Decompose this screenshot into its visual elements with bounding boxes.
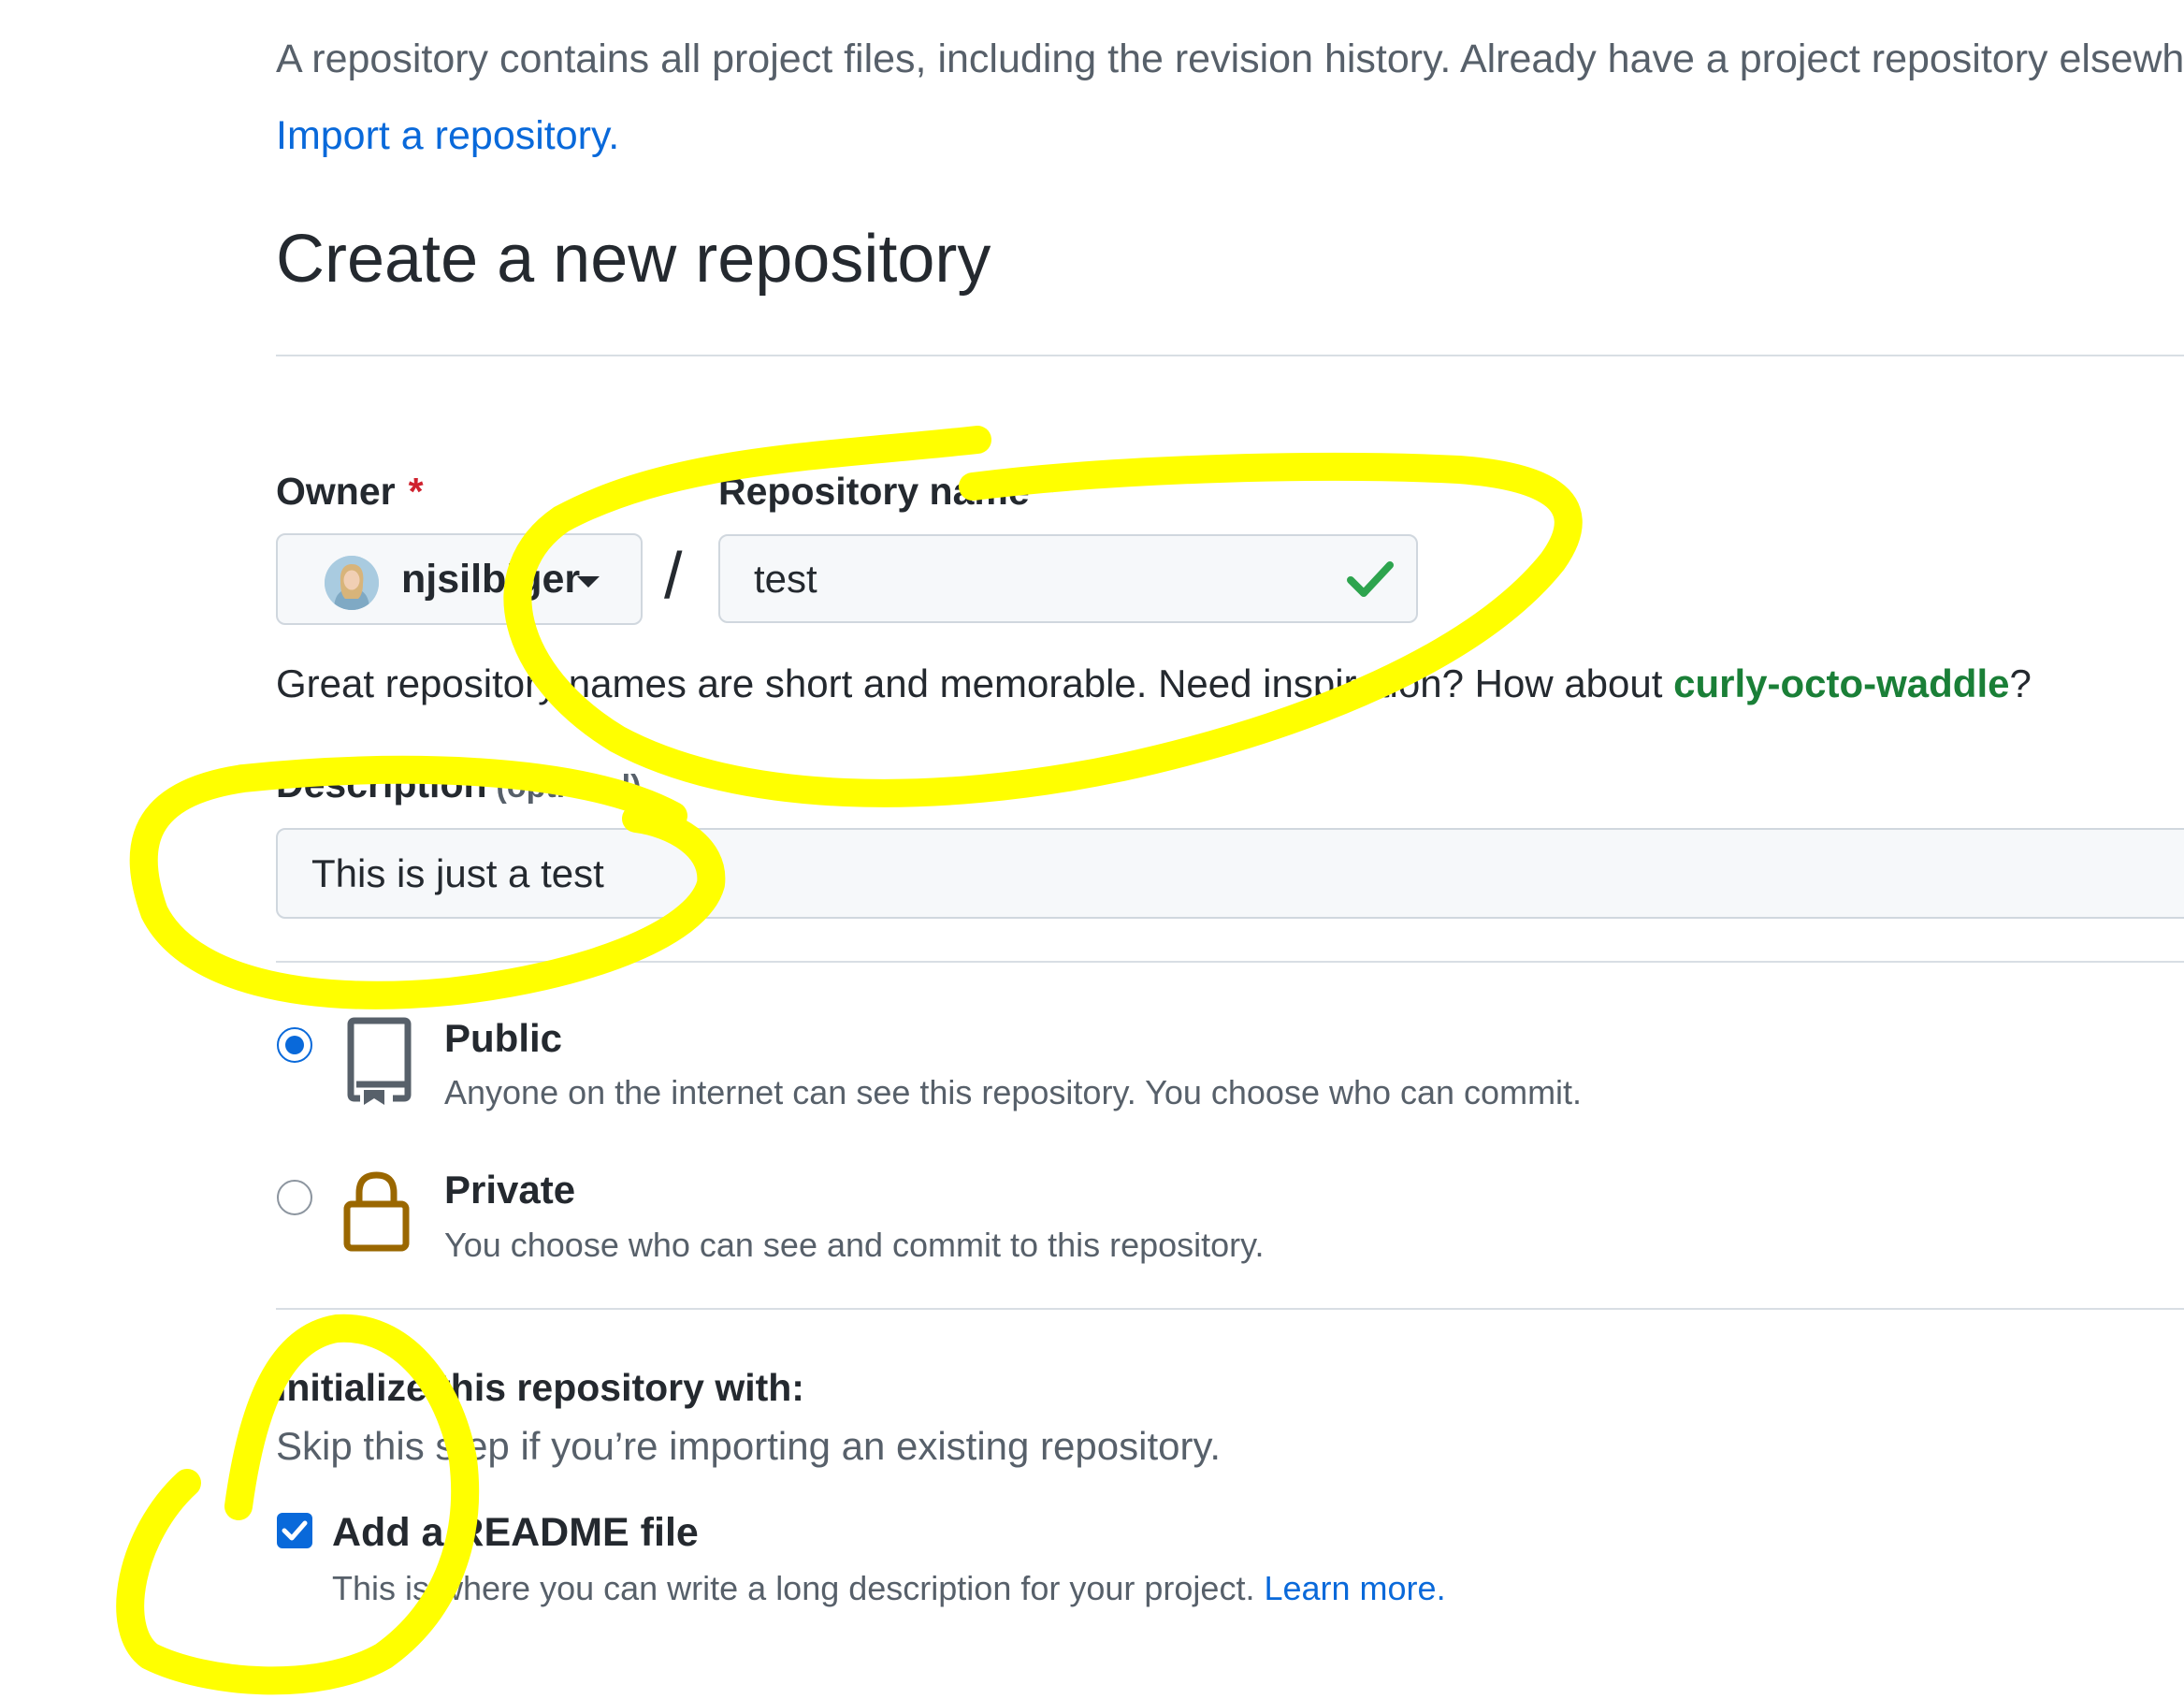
- name-hint-text: Great repository names are short and mem…: [276, 661, 1674, 705]
- visibility-divider: [276, 1308, 2184, 1310]
- owner-label-text: Owner: [276, 470, 396, 513]
- private-radio[interactable]: [277, 1180, 312, 1215]
- repo-name-required-marker: *: [1042, 470, 1058, 513]
- public-radio[interactable]: [277, 1027, 312, 1063]
- initialize-title: Initialize this repository with:: [276, 1366, 804, 1409]
- private-title: Private: [444, 1168, 576, 1212]
- owner-label: Owner *: [276, 472, 424, 511]
- lock-icon: [343, 1171, 410, 1252]
- name-suggestion-link[interactable]: curly-octo-waddle: [1673, 661, 2009, 705]
- title-divider: [276, 355, 2184, 356]
- repo-book-icon: [347, 1017, 412, 1105]
- owner-name: njsilbiger: [401, 557, 581, 602]
- page-title: Create a new repository: [276, 222, 991, 297]
- owner-required-marker: *: [408, 470, 424, 513]
- public-title: Public: [444, 1016, 563, 1060]
- initialize-subtitle: Skip this step if you’re importing an ex…: [276, 1424, 1222, 1468]
- private-description: You choose who can see and commit to thi…: [444, 1226, 1265, 1264]
- checkmark-icon: [282, 1520, 308, 1541]
- readme-label[interactable]: Add a README file: [332, 1513, 699, 1553]
- readme-description: This is where you can write a long descr…: [332, 1572, 1446, 1605]
- chevron-down-icon: [577, 576, 600, 588]
- description-divider: [276, 961, 2184, 963]
- learn-more-link[interactable]: Learn more.: [1264, 1569, 1445, 1607]
- readme-checkbox[interactable]: [277, 1513, 312, 1548]
- user-avatar: [325, 556, 379, 610]
- name-hint-end: ?: [2009, 661, 2032, 705]
- owner-select[interactable]: njsilbiger: [276, 533, 643, 625]
- intro-text: A repository contains all project files,…: [276, 36, 2184, 81]
- import-repository-link[interactable]: Import a repository.: [276, 116, 619, 156]
- readme-description-text: This is where you can write a long descr…: [332, 1569, 1255, 1607]
- check-icon: [1347, 561, 1394, 597]
- description-label: Description (optional): [276, 765, 641, 804]
- owner-repo-separator: /: [664, 539, 683, 612]
- repo-name-label-text: Repository name: [718, 470, 1030, 513]
- description-input[interactable]: [276, 828, 2184, 919]
- public-description: Anyone on the internet can see this repo…: [444, 1073, 1583, 1111]
- description-label-text: Description: [276, 762, 487, 806]
- repo-name-label: Repository name *: [718, 472, 1058, 511]
- name-hint: Great repository names are short and mem…: [276, 664, 2032, 704]
- description-optional-label: (optional): [496, 769, 642, 805]
- repo-name-input[interactable]: [718, 534, 1418, 623]
